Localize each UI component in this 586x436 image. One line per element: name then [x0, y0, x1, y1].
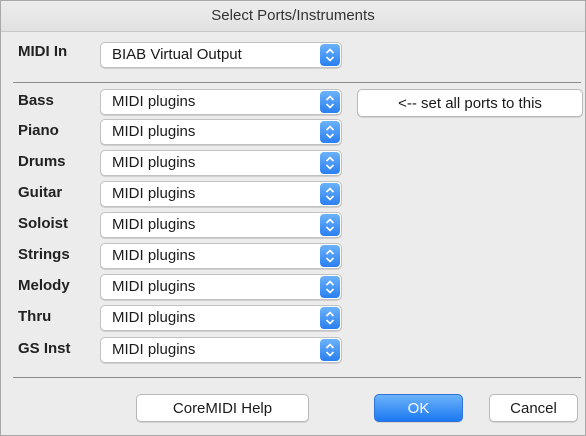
bass-port-popup[interactable]: MIDI plugins: [100, 89, 342, 115]
up-down-chevron-icon: [320, 44, 340, 66]
strings-port-value: MIDI plugins: [112, 247, 196, 264]
up-down-chevron-icon: [320, 91, 340, 113]
up-down-chevron-icon: [320, 307, 340, 329]
piano-label: Piano: [18, 122, 59, 139]
up-down-chevron-icon: [320, 245, 340, 267]
window-title: Select Ports/Instruments: [1, 1, 585, 32]
select-ports-dialog: Select Ports/Instruments MIDI In BIAB Vi…: [0, 0, 586, 436]
up-down-chevron-icon: [320, 152, 340, 174]
guitar-label: Guitar: [18, 184, 63, 201]
up-down-chevron-icon: [320, 214, 340, 236]
gs-inst-label: GS Inst: [18, 340, 71, 357]
melody-port-value: MIDI plugins: [112, 278, 196, 295]
up-down-chevron-icon: [320, 183, 340, 205]
soloist-port-popup[interactable]: MIDI plugins: [100, 212, 342, 238]
up-down-chevron-icon: [320, 276, 340, 298]
piano-port-popup[interactable]: MIDI plugins: [100, 119, 342, 145]
top-divider: [13, 82, 581, 83]
gs-inst-port-value: MIDI plugins: [112, 341, 196, 358]
midi-in-value: BIAB Virtual Output: [112, 46, 242, 63]
guitar-port-value: MIDI plugins: [112, 185, 196, 202]
drums-port-popup[interactable]: MIDI plugins: [100, 150, 342, 176]
up-down-chevron-icon: [320, 339, 340, 361]
melody-port-popup[interactable]: MIDI plugins: [100, 274, 342, 300]
piano-port-value: MIDI plugins: [112, 123, 196, 140]
set-all-ports-button[interactable]: <-- set all ports to this: [357, 89, 583, 117]
ok-button[interactable]: OK: [374, 394, 463, 422]
midi-in-popup[interactable]: BIAB Virtual Output: [100, 42, 342, 68]
thru-label: Thru: [18, 308, 52, 325]
bass-port-value: MIDI plugins: [112, 93, 196, 110]
bottom-divider: [13, 377, 581, 378]
bass-label: Bass: [18, 92, 54, 109]
strings-label: Strings: [18, 246, 70, 263]
gs-inst-port-popup[interactable]: MIDI plugins: [100, 337, 342, 363]
cancel-button[interactable]: Cancel: [489, 394, 578, 422]
melody-label: Melody: [18, 277, 70, 294]
thru-port-popup[interactable]: MIDI plugins: [100, 305, 342, 331]
strings-port-popup[interactable]: MIDI plugins: [100, 243, 342, 269]
drums-port-value: MIDI plugins: [112, 154, 196, 171]
soloist-port-value: MIDI plugins: [112, 216, 196, 233]
soloist-label: Soloist: [18, 215, 69, 232]
guitar-port-popup[interactable]: MIDI plugins: [100, 181, 342, 207]
midi-in-label: MIDI In: [18, 43, 68, 60]
drums-label: Drums: [18, 153, 66, 170]
thru-port-value: MIDI plugins: [112, 309, 196, 326]
up-down-chevron-icon: [320, 121, 340, 143]
coremidi-help-button[interactable]: CoreMIDI Help: [136, 394, 309, 422]
